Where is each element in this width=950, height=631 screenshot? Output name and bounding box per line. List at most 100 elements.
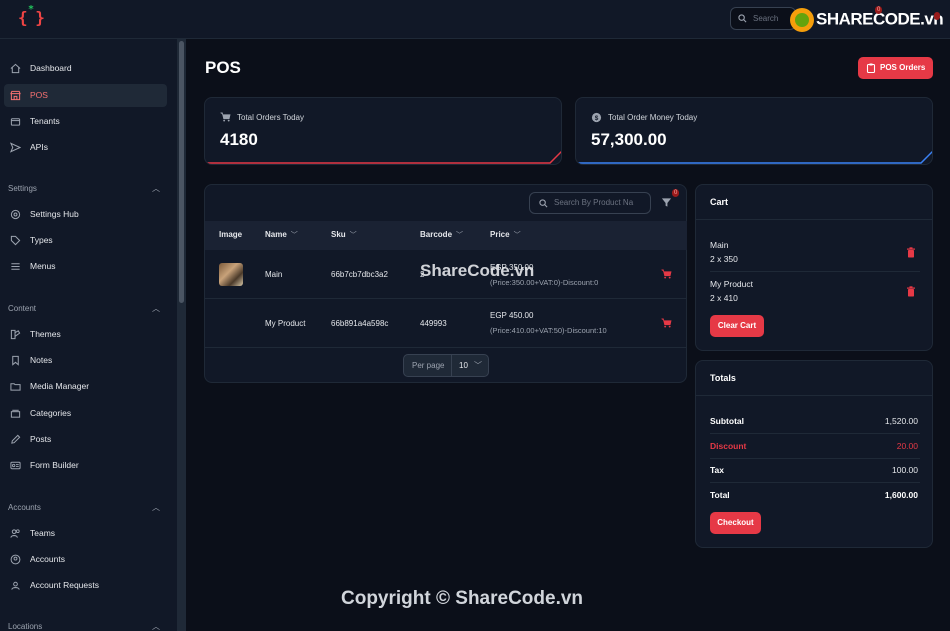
sidebar-item-label: APIs xyxy=(30,142,48,152)
sidebar-item-media-manager[interactable]: Media Manager xyxy=(4,375,167,398)
sidebar-item-label: Teams xyxy=(30,528,56,538)
column-header-barcode[interactable]: Barcode ﹀ xyxy=(420,230,463,240)
cart-item-divider xyxy=(710,271,920,272)
home-icon xyxy=(10,63,21,74)
sidebar-item-themes[interactable]: Themes xyxy=(4,323,167,346)
sidebar-item-label: Menus xyxy=(30,261,56,271)
stat-accent-line xyxy=(205,150,561,164)
stat-value: 4180 xyxy=(220,130,258,149)
add-to-cart-icon[interactable] xyxy=(661,269,672,279)
stat-label: Total Order Money Today xyxy=(608,113,698,122)
sort-chevron-icon: ﹀ xyxy=(349,232,357,239)
layers-icon xyxy=(10,118,21,126)
sort-chevron-icon: ﹀ xyxy=(456,232,464,239)
filter-icon[interactable] xyxy=(661,197,672,208)
column-header-name[interactable]: Name ﹀ xyxy=(265,230,298,240)
sidebar-item-menus[interactable]: Menus xyxy=(4,255,167,278)
sidebar-item-tenants[interactable]: Tenants xyxy=(4,110,167,133)
add-to-cart-icon[interactable] xyxy=(661,318,672,328)
sidebar-item-label: Settings Hub xyxy=(30,209,79,219)
user-avatar[interactable] xyxy=(934,12,940,20)
cart-header-divider xyxy=(696,219,932,220)
search-placeholder: Search xyxy=(753,14,779,23)
sidebar-item-pos[interactable]: POS xyxy=(4,84,167,107)
global-search-input[interactable]: Search xyxy=(730,7,796,30)
discount-label: Discount xyxy=(710,441,747,451)
section-title: Locations xyxy=(8,622,43,631)
sidebar-section-content[interactable]: Content ︿ xyxy=(8,304,160,313)
bookmark-icon xyxy=(12,355,19,366)
per-page-label: Per page xyxy=(412,361,445,370)
sidebar-item-label: Posts xyxy=(30,434,52,444)
product-sku: 66b891a4a598c xyxy=(331,319,389,328)
cart-icon xyxy=(220,112,231,122)
chevron-up-icon: ︿ xyxy=(152,503,160,512)
column-header-price[interactable]: Price ﹀ xyxy=(490,230,521,240)
sidebar-item-categories[interactable]: Categories xyxy=(4,402,167,425)
stat-card-total-money: $ Total Order Money Today 57,300.00 xyxy=(575,97,933,165)
sidebar-item-account-requests[interactable]: Account Requests xyxy=(4,574,167,597)
subtotal-value: 1,520.00 xyxy=(884,416,918,426)
column-header-label: Price xyxy=(490,230,510,239)
chevron-up-icon: ︿ xyxy=(152,184,160,193)
trash-icon[interactable] xyxy=(906,247,916,258)
gear-icon xyxy=(10,209,21,220)
sidebar-item-label: Themes xyxy=(30,329,61,339)
app-logo[interactable]: *{ } xyxy=(18,4,45,27)
checkout-button[interactable]: Checkout xyxy=(710,512,761,534)
sort-chevron-icon: ﹀ xyxy=(290,232,298,239)
send-icon xyxy=(10,142,21,153)
product-sku: 66b7cb7dbc3a2 xyxy=(331,270,388,279)
sidebar-item-label: Media Manager xyxy=(30,381,90,391)
sidebar-item-dashboard[interactable]: Dashboard xyxy=(4,57,167,80)
total-label: Total xyxy=(710,490,730,500)
discount-value: 20.00 xyxy=(896,441,918,451)
cart-panel: Cart Main 2 x 350 My Product 2 x 410 Cle… xyxy=(695,184,933,351)
column-header-label: Name xyxy=(265,230,287,239)
column-header-sku[interactable]: Sku ﹀ xyxy=(331,230,357,240)
sidebar-section-settings[interactable]: Settings ︿ xyxy=(8,184,160,193)
sidebar-item-label: POS xyxy=(30,90,48,100)
logo-star-icon: * xyxy=(28,4,34,15)
per-page-select[interactable]: Per page 10 ﹀ xyxy=(403,354,489,377)
subtotal-label: Subtotal xyxy=(710,416,744,426)
totals-header-divider xyxy=(696,395,932,396)
sidebar-item-form-builder[interactable]: Form Builder xyxy=(4,454,167,477)
sidebar-item-label: Accounts xyxy=(30,554,65,564)
trash-icon[interactable] xyxy=(906,286,916,297)
stat-label: Total Orders Today xyxy=(237,113,304,122)
stat-accent-line xyxy=(576,150,932,164)
pos-orders-button[interactable]: POS Orders xyxy=(858,57,933,79)
sidebar-item-teams[interactable]: Teams xyxy=(4,522,167,545)
totals-row-divider xyxy=(710,482,920,483)
product-search-placeholder: Search By Product Na xyxy=(554,198,634,207)
product-search-input[interactable]: Search By Product Na xyxy=(529,192,651,214)
totals-panel: Totals Subtotal 1,520.00 Discount 20.00 … xyxy=(695,360,933,548)
table-header-row: Image Name ﹀ Sku ﹀ Barcode ﹀ Price ﹀ xyxy=(205,221,687,250)
chevron-down-icon: ﹀ xyxy=(474,361,482,370)
palette-icon xyxy=(10,329,21,340)
sidebar-item-settings-hub[interactable]: Settings Hub xyxy=(4,203,167,226)
sidebar-section-accounts[interactable]: Accounts ︿ xyxy=(8,503,160,512)
filter-count-badge: 0 xyxy=(672,189,680,197)
sidebar-item-types[interactable]: Types xyxy=(4,229,167,252)
sidebar-scroll-thumb[interactable] xyxy=(179,41,184,303)
clipboard-icon xyxy=(866,63,876,73)
copyright-watermark: Copyright © ShareCode.vn xyxy=(341,588,584,609)
clear-cart-button[interactable]: Clear Cart xyxy=(710,315,764,337)
sidebar-item-apis[interactable]: APIs xyxy=(4,136,167,159)
search-icon xyxy=(539,199,548,208)
column-header-label: Image xyxy=(219,230,243,239)
stack-icon xyxy=(10,409,21,418)
user-request-icon xyxy=(11,581,20,590)
sidebar-section-locations[interactable]: Locations ︿ xyxy=(8,622,160,631)
user-circle-icon xyxy=(10,554,21,565)
svg-text:$: $ xyxy=(595,115,599,122)
sidebar-item-notes[interactable]: Notes xyxy=(4,349,167,372)
section-title: Accounts xyxy=(8,503,41,512)
sidebar-item-accounts[interactable]: Accounts xyxy=(4,548,167,571)
totals-title: Totals xyxy=(710,373,736,383)
section-title: Content xyxy=(8,304,37,313)
product-thumbnail xyxy=(219,263,243,286)
sidebar-item-posts[interactable]: Posts xyxy=(4,428,167,451)
